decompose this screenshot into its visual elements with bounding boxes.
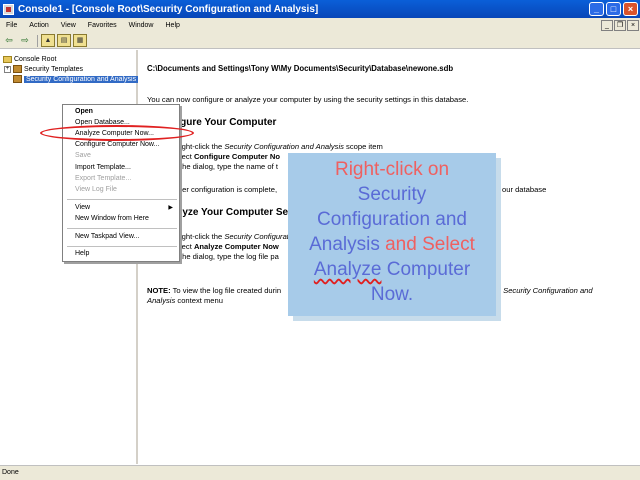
callout-line-5: Analyze Computer: [313, 259, 471, 280]
menu-view[interactable]: View: [55, 22, 82, 29]
configure-step-3: the dialog, type the name of t: [180, 162, 278, 171]
note-tail: se Security Configuration and: [493, 286, 593, 295]
note-text: NOTE: To view the log file created durin: [147, 286, 282, 295]
configure-step-2: lect Configure Computer No: [180, 152, 280, 161]
tree-item-security-templates[interactable]: + Security Templates: [4, 64, 83, 74]
tree-item-label: Security Templates: [24, 65, 84, 73]
export-list-icon[interactable]: ▦: [73, 34, 87, 47]
title-bar: Console1 - [Console Root\Security Config…: [0, 0, 640, 18]
menu-item-open[interactable]: Open: [75, 108, 93, 115]
menu-item-new-window[interactable]: New Window from Here: [75, 215, 149, 222]
tree-item-label: Console Root: [14, 55, 57, 63]
highlight-ellipse: [40, 125, 194, 141]
window-title: Console1 - [Console Root\Security Config…: [18, 3, 319, 15]
menu-item-save: Save: [75, 152, 91, 159]
analyze-step-1: ight-click the Security Configurati: [180, 232, 291, 241]
menu-separator: [67, 199, 177, 200]
show-hide-tree-icon[interactable]: ▤: [57, 34, 71, 47]
analyze-step-2: lect Analyze Computer Now: [180, 242, 279, 251]
mdi-close-button[interactable]: ×: [627, 20, 639, 31]
menu-bar: File Action View Favorites Window Help _…: [0, 18, 640, 33]
maximize-button[interactable]: □: [606, 2, 621, 16]
menu-item-new-taskpad-view[interactable]: New Taskpad View...: [75, 233, 139, 240]
security-analysis-icon: [13, 75, 22, 83]
toolbar: ⇦ ⇨ ▲ ▤ ▦: [0, 33, 640, 49]
status-bar: Done: [0, 465, 640, 480]
callout-line-3: Configuration and: [317, 209, 467, 230]
callout-line-1: Right-click on: [334, 159, 450, 180]
menu-help[interactable]: Help: [160, 22, 186, 29]
toolbar-separator: [37, 34, 38, 47]
close-button[interactable]: ×: [623, 2, 638, 16]
minimize-button[interactable]: _: [589, 2, 604, 16]
mdi-restore-button[interactable]: ❐: [614, 20, 626, 31]
menu-action[interactable]: Action: [23, 22, 54, 29]
configure-complete-text: ter configuration is complete,: [180, 185, 278, 194]
up-folder-icon[interactable]: ▲: [41, 34, 55, 47]
callout-line-6: Now.: [370, 284, 414, 305]
menu-item-help[interactable]: Help: [75, 250, 89, 257]
analyze-step-3: the dialog, type the log file pa: [180, 252, 279, 261]
tree-item-security-configuration-and-analysis[interactable]: Security Configuration and Analysis: [13, 74, 139, 84]
callout-line-2: Security: [357, 184, 427, 205]
database-path: C:\Documents and Settings\Tony W\My Docu…: [147, 64, 454, 73]
security-templates-icon: [13, 65, 22, 73]
console-app-icon[interactable]: [3, 3, 14, 15]
section-heading-analyze: alyze Your Computer Se: [174, 207, 289, 218]
back-arrow-icon[interactable]: ⇦: [2, 34, 16, 47]
instruction-callout: Right-click on Security Configuration an…: [288, 153, 496, 316]
menu-favorites[interactable]: Favorites: [82, 22, 123, 29]
menu-item-import-template[interactable]: Import Template...: [75, 164, 131, 171]
note-line-2: Analysis context menu: [147, 296, 223, 305]
folder-icon: [3, 55, 12, 63]
menu-item-configure-computer-now[interactable]: Configure Computer Now...: [75, 141, 159, 148]
configure-complete-tail: our database: [502, 185, 547, 194]
menu-separator: [67, 228, 177, 229]
status-text: Done: [2, 469, 19, 476]
tree-item-console-root[interactable]: Console Root: [3, 54, 56, 64]
menu-item-view[interactable]: View: [75, 204, 90, 211]
configure-step-1: ight-click the Security Configuration an…: [180, 142, 383, 151]
menu-item-view-log-file: View Log File: [75, 186, 117, 193]
mdi-minimize-button[interactable]: _: [601, 20, 613, 31]
forward-arrow-icon[interactable]: ⇨: [18, 34, 32, 47]
menu-item-export-template: Export Template...: [75, 175, 132, 182]
expand-icon[interactable]: +: [4, 65, 11, 73]
intro-text: You can now configure or analyze your co…: [147, 95, 469, 104]
section-heading-configure: figure Your Computer: [174, 117, 277, 128]
menu-window[interactable]: Window: [123, 22, 160, 29]
callout-line-4: Analysis and Select: [309, 234, 475, 255]
tree-item-label: Security Configuration and Analysis: [24, 75, 139, 83]
menu-file[interactable]: File: [0, 22, 23, 29]
submenu-arrow-icon: ▶: [168, 205, 173, 211]
menu-separator: [67, 246, 177, 247]
